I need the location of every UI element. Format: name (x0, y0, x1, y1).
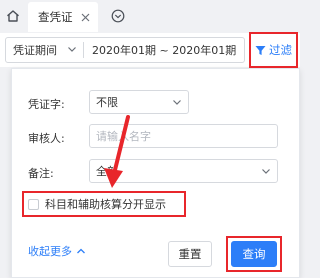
note-value: 全部 (96, 165, 118, 178)
chevron-down-icon (262, 169, 270, 174)
tab-label: 查凭证 (38, 10, 73, 24)
filter-button[interactable]: 过滤 (251, 36, 295, 64)
period-picker: 凭证期间 2020年01期 ~ 2020年01期 (5, 37, 245, 63)
voucher-word-select[interactable]: 不限 (89, 90, 189, 114)
tab-query-voucher[interactable]: 查凭证 (28, 2, 98, 32)
collapse-more-link[interactable]: 收起更多 (28, 242, 86, 260)
voucher-word-label: 凭证字: (28, 98, 65, 111)
period-divider (83, 42, 84, 58)
home-button[interactable] (3, 5, 23, 27)
tab-close-button[interactable] (78, 10, 92, 24)
chevron-down-icon (173, 100, 181, 105)
voucher-word-value: 不限 (96, 96, 118, 109)
tabs-menu-button[interactable] (110, 8, 125, 23)
reset-button[interactable]: 重置 (168, 241, 212, 267)
tab-strip: 查凭证 (0, 0, 300, 33)
query-button[interactable]: 查询 (231, 241, 277, 267)
close-icon (81, 13, 89, 21)
period-type-value: 凭证期间 (13, 44, 57, 57)
reviewer-input[interactable] (89, 124, 278, 148)
split-display-checkbox[interactable] (28, 198, 39, 210)
chevron-up-icon (77, 248, 85, 254)
filter-button-label: 过滤 (269, 43, 292, 57)
filter-toolbar: 凭证期间 2020年01期 ~ 2020年01期 过滤 (0, 33, 300, 67)
chevron-down-icon (68, 47, 76, 52)
split-display-option[interactable]: 科目和辅助核算分开显示 (28, 195, 166, 213)
reviewer-label: 审核人: (28, 132, 65, 145)
split-display-label: 科目和辅助核算分开显示 (45, 198, 166, 211)
note-select[interactable]: 全部 (89, 159, 278, 183)
note-label: 备注: (28, 167, 54, 180)
period-type-select[interactable]: 凭证期间 (6, 38, 82, 62)
home-icon (7, 10, 19, 22)
funnel-icon (255, 45, 266, 55)
period-range-input[interactable]: 2020年01期 ~ 2020年01期 (92, 38, 236, 62)
chevron-circle-down-icon (111, 9, 124, 22)
collapse-more-label: 收起更多 (28, 245, 72, 258)
